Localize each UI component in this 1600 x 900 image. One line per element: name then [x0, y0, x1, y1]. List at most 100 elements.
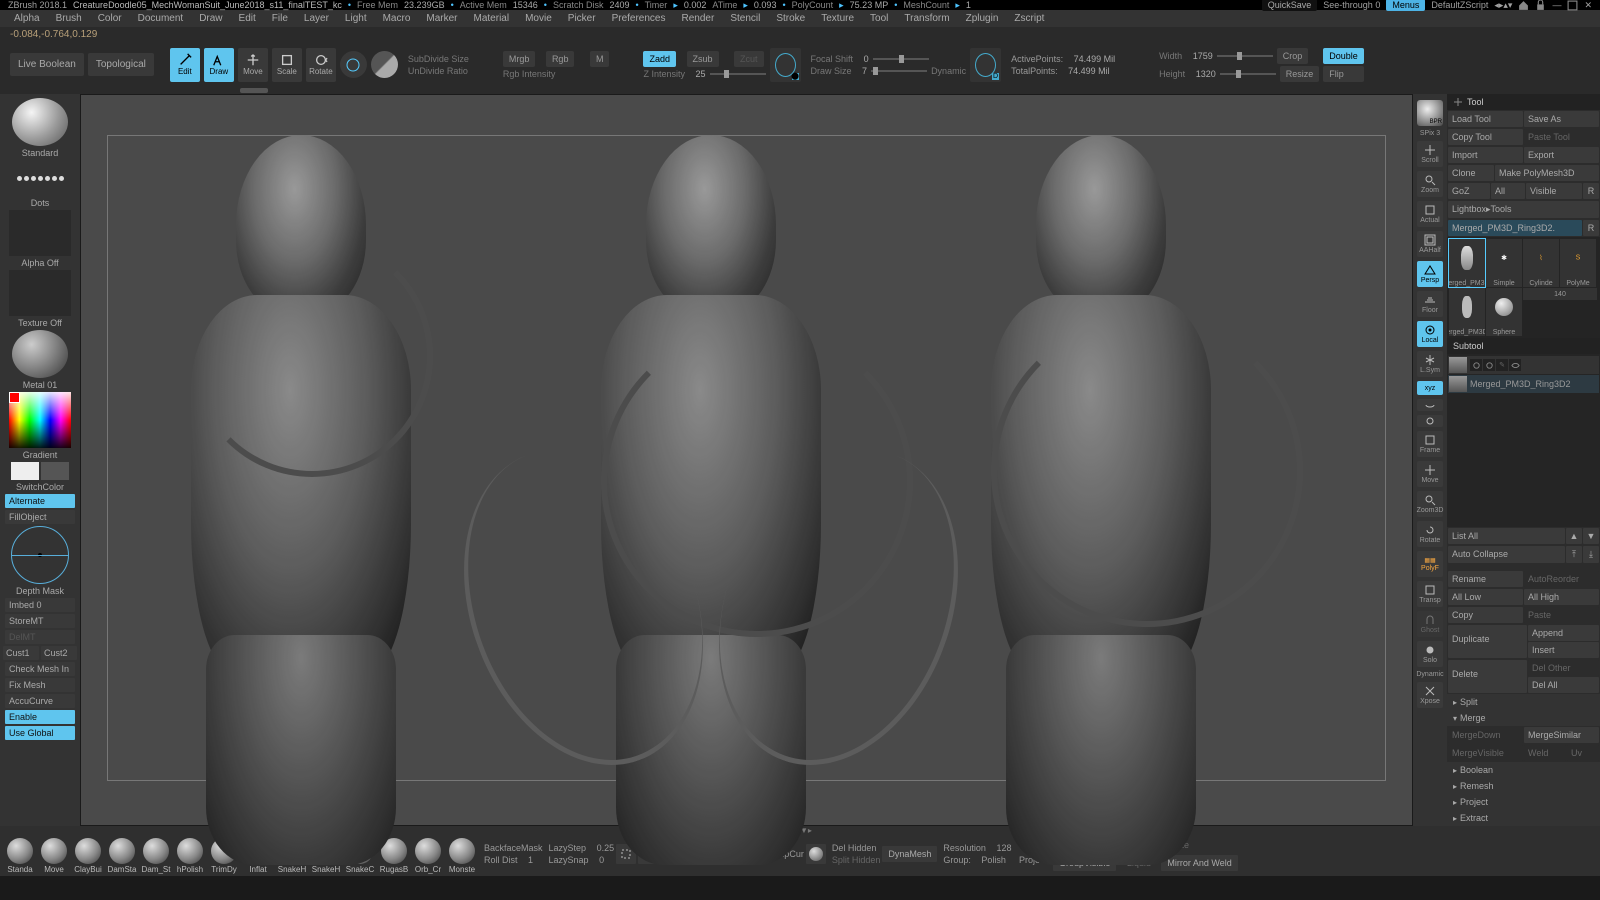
paste-tool-button[interactable]: Paste Tool — [1524, 129, 1599, 145]
boolean-accordion[interactable]: Boolean — [1447, 762, 1600, 778]
menu-draw[interactable]: Draw — [191, 11, 230, 26]
menu-light[interactable]: Light — [337, 11, 375, 26]
lsym-button[interactable]: L.Sym — [1417, 351, 1443, 377]
tool-thumb[interactable]: ✱Simple — [1486, 239, 1522, 287]
menu-picker[interactable]: Picker — [560, 11, 604, 26]
paste-button[interactable]: Paste — [1524, 607, 1599, 623]
ghost-button[interactable]: Ghost — [1417, 611, 1443, 637]
menu-macro[interactable]: Macro — [375, 11, 419, 26]
aahalf-button[interactable]: AAHalf — [1417, 231, 1443, 257]
menu-layer[interactable]: Layer — [296, 11, 337, 26]
tool-thumb[interactable]: SPolyMe — [1560, 239, 1596, 287]
z-indicator[interactable]: ⬤ — [770, 48, 801, 82]
goz-all-button[interactable]: All — [1491, 183, 1525, 199]
extract-accordion[interactable]: Extract — [1447, 810, 1600, 826]
menu-preferences[interactable]: Preferences — [604, 11, 674, 26]
mask-brush-icon[interactable] — [806, 844, 826, 864]
move-mode-button[interactable]: Move — [238, 48, 268, 82]
zsub-toggle[interactable]: Zsub — [687, 51, 719, 67]
tool-name[interactable]: Merged_PM3D_Ring3D2. — [1448, 220, 1582, 236]
fixmesh-button[interactable]: Fix Mesh — [5, 678, 75, 692]
alpha-swatch[interactable] — [9, 210, 71, 256]
accucurve-button[interactable]: AccuCurve — [5, 694, 75, 708]
uv-button[interactable]: Uv — [1567, 745, 1599, 761]
arrows-icon[interactable]: ◂▸▴▾ — [1494, 0, 1512, 11]
floor-button[interactable]: Floor — [1417, 291, 1443, 317]
rot-y-button[interactable] — [1417, 399, 1443, 411]
height-slider[interactable] — [1220, 73, 1276, 75]
menu-texture[interactable]: Texture — [813, 11, 862, 26]
auto-collapse-button[interactable]: Auto Collapse — [1448, 546, 1565, 563]
move-up-icon[interactable]: ⤒ — [1566, 546, 1582, 563]
m-toggle[interactable]: M — [590, 51, 610, 67]
cust1-button[interactable]: Cust1 — [3, 646, 39, 660]
z-intensity-slider[interactable] — [710, 73, 766, 75]
size-indicator[interactable]: D — [970, 48, 1001, 82]
import-button[interactable]: Import — [1448, 147, 1523, 163]
rgb-toggle[interactable]: Rgb — [546, 51, 575, 67]
project-accordion[interactable]: Project — [1447, 794, 1600, 810]
weld-button[interactable]: Weld — [1524, 745, 1566, 761]
autoreorder-button[interactable]: AutoReorder — [1524, 571, 1599, 587]
brush-thumb[interactable]: ClayBui — [72, 834, 104, 874]
mrgb-toggle[interactable]: Mrgb — [503, 51, 536, 67]
zoom-button[interactable]: Zoom — [1417, 171, 1443, 197]
menu-color[interactable]: Color — [90, 11, 130, 26]
color-picker[interactable] — [9, 392, 71, 448]
storemt-button[interactable]: StoreMT — [5, 614, 75, 628]
arrow-up-icon[interactable]: ▲ — [1566, 528, 1582, 544]
fillobject-button[interactable]: FillObject — [5, 510, 75, 524]
subtool-row[interactable]: ✎ — [1448, 356, 1599, 374]
zoom3d-button[interactable]: Zoom3D — [1417, 491, 1443, 517]
menu-stroke[interactable]: Stroke — [768, 11, 813, 26]
crop-button[interactable]: Crop — [1277, 48, 1309, 64]
brush-thumb[interactable]: hPolish — [174, 834, 206, 874]
cust2-button[interactable]: Cust2 — [41, 646, 77, 660]
focal-shift-slider[interactable] — [873, 58, 929, 60]
menu-movie[interactable]: Movie — [517, 11, 560, 26]
close-icon[interactable]: ✕ — [1584, 0, 1592, 11]
mergedown-button[interactable]: MergeDown — [1448, 727, 1523, 743]
scroll-button[interactable]: Scroll — [1417, 141, 1443, 167]
delete-button[interactable]: Delete — [1448, 660, 1527, 693]
sculptris-button[interactable] — [371, 51, 398, 78]
transp-button[interactable]: Transp — [1417, 581, 1443, 607]
brush-thumb[interactable]: DamSta — [106, 834, 138, 874]
brush-thumb[interactable]: Move — [38, 834, 70, 874]
menu-render[interactable]: Render — [674, 11, 723, 26]
subtool-row[interactable]: Merged_PM3D_Ring3D2 — [1448, 375, 1599, 393]
polyf-button[interactable]: ▦▦PolyF — [1417, 551, 1443, 577]
minimize-icon[interactable]: — — [1552, 0, 1561, 10]
switchcolor-label[interactable]: SwitchColor — [16, 482, 64, 492]
brush-thumb[interactable]: Monste — [446, 834, 478, 874]
brush-thumb[interactable]: Standa — [4, 834, 36, 874]
goz-r-button[interactable]: R — [1583, 183, 1599, 199]
brush-swatch[interactable] — [12, 98, 68, 146]
edit-mode-button[interactable]: Edit — [170, 48, 200, 82]
flip-button[interactable]: Flip — [1323, 66, 1364, 82]
goz-button[interactable]: GoZ — [1448, 183, 1490, 199]
shelf-scrollbar[interactable] — [240, 88, 268, 93]
mirror-weld-button[interactable]: Mirror And Weld — [1161, 855, 1237, 871]
rotate-mode-button[interactable]: Rotate — [306, 48, 336, 82]
useglobal-button[interactable]: Use Global — [5, 726, 75, 740]
rot-z-button[interactable] — [1417, 415, 1443, 427]
gizmo-button[interactable] — [340, 51, 367, 78]
menu-zscript[interactable]: Zscript — [1006, 11, 1052, 26]
menu-transform[interactable]: Transform — [896, 11, 957, 26]
xpose-button[interactable]: Xpose — [1417, 682, 1443, 708]
dynamesh-button[interactable]: DynaMesh — [882, 846, 937, 862]
move-down-icon[interactable]: ⤓ — [1583, 546, 1599, 563]
color-swatches[interactable] — [11, 462, 69, 480]
menu-stencil[interactable]: Stencil — [722, 11, 768, 26]
tool-r-button[interactable]: R — [1583, 220, 1599, 236]
zcut-toggle[interactable]: Zcut — [734, 51, 764, 67]
home-icon[interactable] — [1518, 0, 1529, 11]
scale-mode-button[interactable]: Scale — [272, 48, 302, 82]
material-swatch[interactable] — [12, 330, 68, 378]
persp-button[interactable]: Persp — [1417, 261, 1443, 287]
menu-material[interactable]: Material — [466, 11, 518, 26]
move-button[interactable]: Move — [1417, 461, 1443, 487]
remesh-accordion[interactable]: Remesh — [1447, 778, 1600, 794]
imbed-slider[interactable]: Imbed 0 — [5, 598, 75, 612]
